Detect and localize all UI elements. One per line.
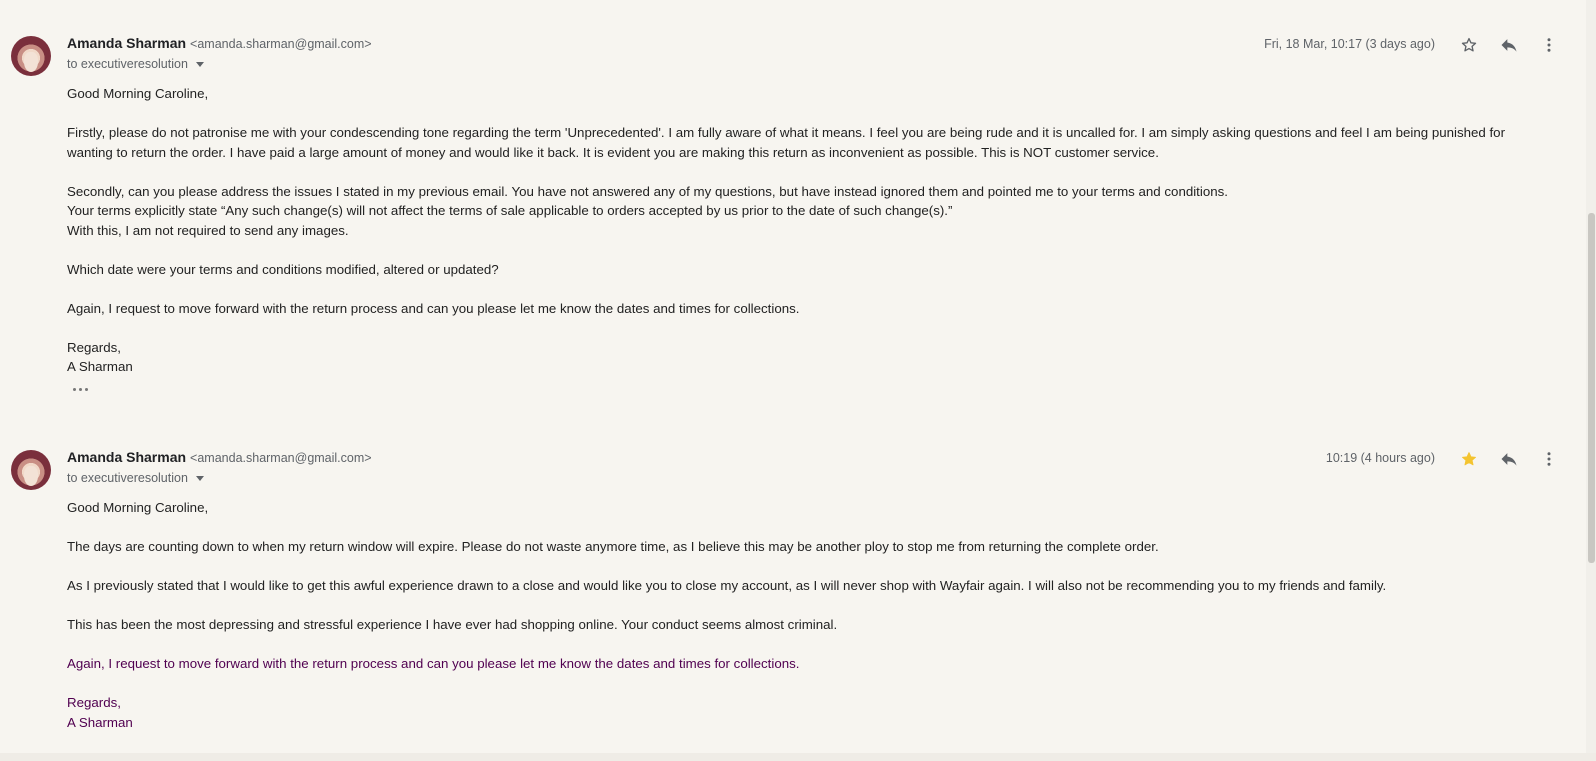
greeting: Good Morning Caroline,: [67, 500, 209, 515]
signoff: Regards,: [67, 695, 121, 710]
more-vert-icon: [1547, 452, 1551, 466]
dropdown-caret-icon[interactable]: [195, 476, 204, 482]
paragraph: Again, I request to move forward with th…: [67, 300, 800, 316]
paragraph: The days are counting down to when my re…: [67, 539, 1159, 554]
scrollbar-track[interactable]: [1586, 0, 1596, 761]
message-body: Good Morning Caroline, The days are coun…: [67, 498, 1547, 732]
star-icon: [1462, 452, 1476, 466]
signoff: Regards,: [67, 339, 121, 355]
bottom-edge: [0, 753, 1596, 761]
paragraph: Firstly, please do not patronise me with…: [67, 125, 1505, 160]
sender-avatar[interactable]: [11, 36, 51, 76]
reply-icon: [1501, 453, 1517, 466]
paragraph: Your terms explicitly state “Any such ch…: [67, 203, 953, 218]
sender-email: <amanda.sharman@gmail.com>: [190, 37, 372, 51]
show-trimmed-content-icon[interactable]: [71, 383, 91, 395]
star-button[interactable]: [1456, 446, 1482, 472]
message-date: 10:19 (4 hours ago): [1325, 451, 1435, 465]
paragraph: This has been the most depressing and st…: [67, 617, 838, 632]
scrollbar-thumb[interactable]: [1588, 213, 1595, 563]
signature: A Sharman: [67, 359, 133, 374]
recipient-label: to executiveresolution: [67, 471, 188, 485]
more-options-button[interactable]: [1536, 32, 1562, 58]
more-vert-icon: [1547, 38, 1551, 52]
paragraph: With this, I am not required to send any…: [67, 222, 349, 238]
sender-line: Amanda Sharman <amanda.sharman@gmail.com>: [67, 449, 372, 465]
message-date: Fri, 18 Mar, 10:17 (3 days ago): [1264, 37, 1435, 51]
reply-icon: [1501, 39, 1517, 52]
recipient-details-toggle[interactable]: to executiveresolution: [67, 57, 204, 71]
paragraph: Which date were your terms and condition…: [67, 261, 499, 277]
paragraph: Secondly, can you please address the iss…: [67, 183, 1228, 199]
sender-name[interactable]: Amanda Sharman: [67, 449, 186, 465]
more-options-button[interactable]: [1536, 446, 1562, 472]
signature: A Sharman: [67, 714, 133, 730]
star-button[interactable]: [1456, 32, 1482, 58]
star-icon: [1461, 37, 1477, 52]
sender-line: Amanda Sharman <amanda.sharman@gmail.com>: [67, 35, 372, 51]
recipient-label: to executiveresolution: [67, 57, 188, 71]
sender-name[interactable]: Amanda Sharman: [67, 35, 186, 51]
recipient-details-toggle[interactable]: to executiveresolution: [67, 471, 204, 485]
sender-email: <amanda.sharman@gmail.com>: [190, 451, 372, 465]
quoted-paragraph: Again, I request to move forward with th…: [67, 656, 800, 671]
greeting: Good Morning Caroline,: [67, 86, 209, 101]
sender-avatar[interactable]: [11, 450, 51, 490]
reply-button[interactable]: [1496, 446, 1522, 472]
message-body: Good Morning Caroline, Firstly, please d…: [67, 84, 1547, 400]
reply-button[interactable]: [1496, 32, 1522, 58]
paragraph: As I previously stated that I would like…: [67, 578, 1387, 593]
dropdown-caret-icon[interactable]: [195, 62, 204, 68]
